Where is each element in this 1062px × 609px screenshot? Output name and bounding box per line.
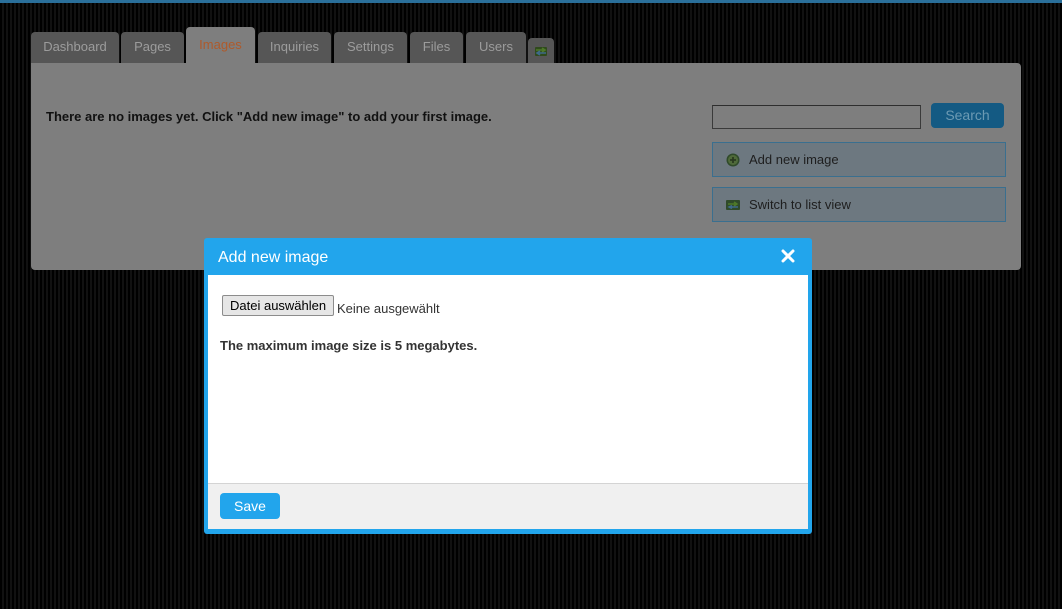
add-image-modal: Add new image Datei auswählen Keine ausg… (204, 238, 812, 534)
switch-icon (535, 47, 547, 56)
switch-to-list-view-button[interactable]: Switch to list view (712, 187, 1006, 222)
max-size-note: The maximum image size is 5 megabytes. (220, 338, 478, 353)
modal-body: Datei auswählen Keine ausgewählt The max… (208, 275, 808, 483)
add-new-image-button[interactable]: Add new image (712, 142, 1006, 177)
list-switch-icon (726, 200, 740, 210)
file-status: Keine ausgewählt (337, 301, 440, 316)
modal-title: Add new image (218, 249, 329, 266)
tab-dashboard[interactable]: Dashboard (31, 32, 119, 63)
empty-message: There are no images yet. Click "Add new … (46, 109, 492, 124)
tab-settings[interactable]: Settings (334, 32, 407, 63)
modal-footer: Save (208, 483, 808, 529)
tab-inquiries[interactable]: Inquiries (258, 32, 331, 63)
close-icon[interactable] (781, 249, 795, 263)
top-accent-line (0, 0, 1062, 3)
tab-users[interactable]: Users (466, 32, 526, 63)
search-input[interactable] (712, 105, 921, 129)
save-button[interactable]: Save (220, 493, 280, 519)
add-circle-icon (726, 153, 740, 167)
tab-images[interactable]: Images (186, 27, 255, 63)
add-new-image-label: Add new image (749, 152, 839, 167)
tab-switch[interactable] (528, 38, 554, 63)
tab-files[interactable]: Files (410, 32, 463, 63)
switch-to-list-view-label: Switch to list view (749, 197, 851, 212)
choose-file-button[interactable]: Datei auswählen (222, 295, 335, 316)
search-button[interactable]: Search (931, 103, 1004, 128)
tab-pages[interactable]: Pages (121, 32, 184, 63)
